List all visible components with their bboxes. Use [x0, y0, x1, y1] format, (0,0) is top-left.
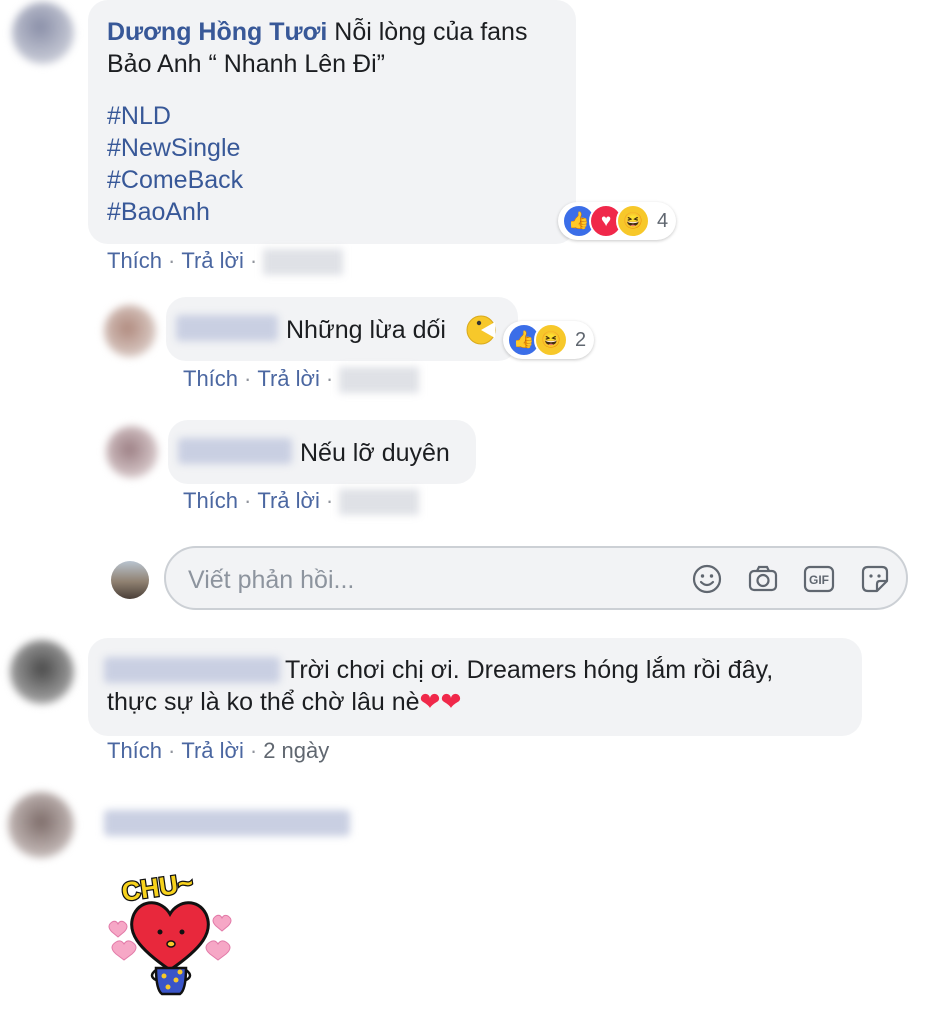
reply-link[interactable]: Trả lời — [181, 248, 244, 273]
reply-link[interactable]: Trả lời — [257, 488, 320, 513]
hashtag-list: #NLD #NewSingle #ComeBack #BaoAnh — [107, 100, 243, 228]
comment-sticker[interactable]: CHU~ — [98, 862, 243, 1002]
haha-reaction-icon: 😆 — [534, 323, 568, 357]
haha-reaction-icon: 😆 — [616, 204, 650, 238]
gif-icon[interactable]: GIF — [802, 562, 836, 596]
hashtag-link[interactable]: #BaoAnh — [107, 196, 243, 228]
emoji-icon[interactable] — [690, 562, 724, 596]
comment-text: Bảo Anh “ Nhanh Lên Đi” — [107, 50, 385, 78]
svg-text:GIF: GIF — [809, 573, 829, 587]
timestamp[interactable] — [339, 367, 420, 394]
reply-link[interactable]: Trả lời — [257, 366, 320, 391]
heart-emoji-icon: ❤❤ — [419, 688, 462, 716]
timestamp[interactable]: 2 ngày — [263, 738, 329, 763]
comment-text: Trời chơi chị ơi. Dreamers hóng lắm rồi … — [285, 656, 774, 684]
avatar[interactable] — [106, 426, 158, 478]
comment-actions: Thích · Trả lời · — [183, 488, 420, 516]
reactions-summary[interactable]: 👍 😆 2 — [503, 321, 595, 359]
current-user-avatar[interactable] — [111, 561, 149, 599]
sticker-caption: CHU~ — [120, 867, 195, 907]
comment-actions: Thích · Trả lời · — [107, 248, 344, 276]
timestamp[interactable] — [339, 489, 420, 516]
reaction-count: 2 — [575, 328, 587, 351]
reply-text: Những lừa dối — [286, 316, 446, 344]
camera-icon[interactable] — [746, 562, 780, 596]
like-link[interactable]: Thích — [107, 248, 162, 273]
avatar[interactable] — [10, 640, 74, 704]
like-link[interactable]: Thích — [107, 738, 162, 763]
reply-text: Nếu lỡ duyên — [300, 439, 450, 467]
hashtag-link[interactable]: #ComeBack — [107, 164, 243, 196]
comment-author[interactable] — [178, 438, 292, 464]
pacman-emoji-icon — [466, 315, 496, 345]
like-link[interactable]: Thích — [183, 366, 238, 391]
comment-author[interactable]: Dương Hồng Tươi — [107, 18, 327, 46]
comment-actions: Thích · Trả lời · — [183, 366, 420, 394]
hashtag-link[interactable]: #NewSingle — [107, 132, 243, 164]
avatar[interactable] — [8, 792, 74, 858]
reactions-summary[interactable]: 👍 ♥ 😆 4 — [558, 202, 677, 240]
comment-bubble: Dương Hồng Tươi Nỗi lòng của fans Bảo An… — [88, 0, 576, 244]
sticker-icon[interactable] — [858, 562, 892, 596]
reply-input[interactable] — [186, 560, 670, 600]
like-link[interactable]: Thích — [183, 488, 238, 513]
timestamp[interactable] — [263, 249, 344, 276]
bt21-tata-sticker-icon: CHU~ — [108, 866, 232, 996]
comment-text: Nỗi lòng của fans — [327, 18, 528, 46]
comment-author[interactable] — [176, 315, 278, 341]
reply-link[interactable]: Trả lời — [181, 738, 244, 763]
hashtag-link[interactable]: #NLD — [107, 100, 243, 132]
avatar[interactable] — [12, 2, 74, 64]
comment-author[interactable] — [104, 810, 350, 836]
comment-text: thực sự là ko thể chờ lâu nè — [107, 688, 420, 716]
comment-actions: Thích · Trả lời · 2 ngày — [107, 738, 330, 763]
reaction-count: 4 — [657, 209, 669, 232]
avatar[interactable] — [104, 305, 156, 357]
reply-composer: GIF — [164, 546, 908, 610]
